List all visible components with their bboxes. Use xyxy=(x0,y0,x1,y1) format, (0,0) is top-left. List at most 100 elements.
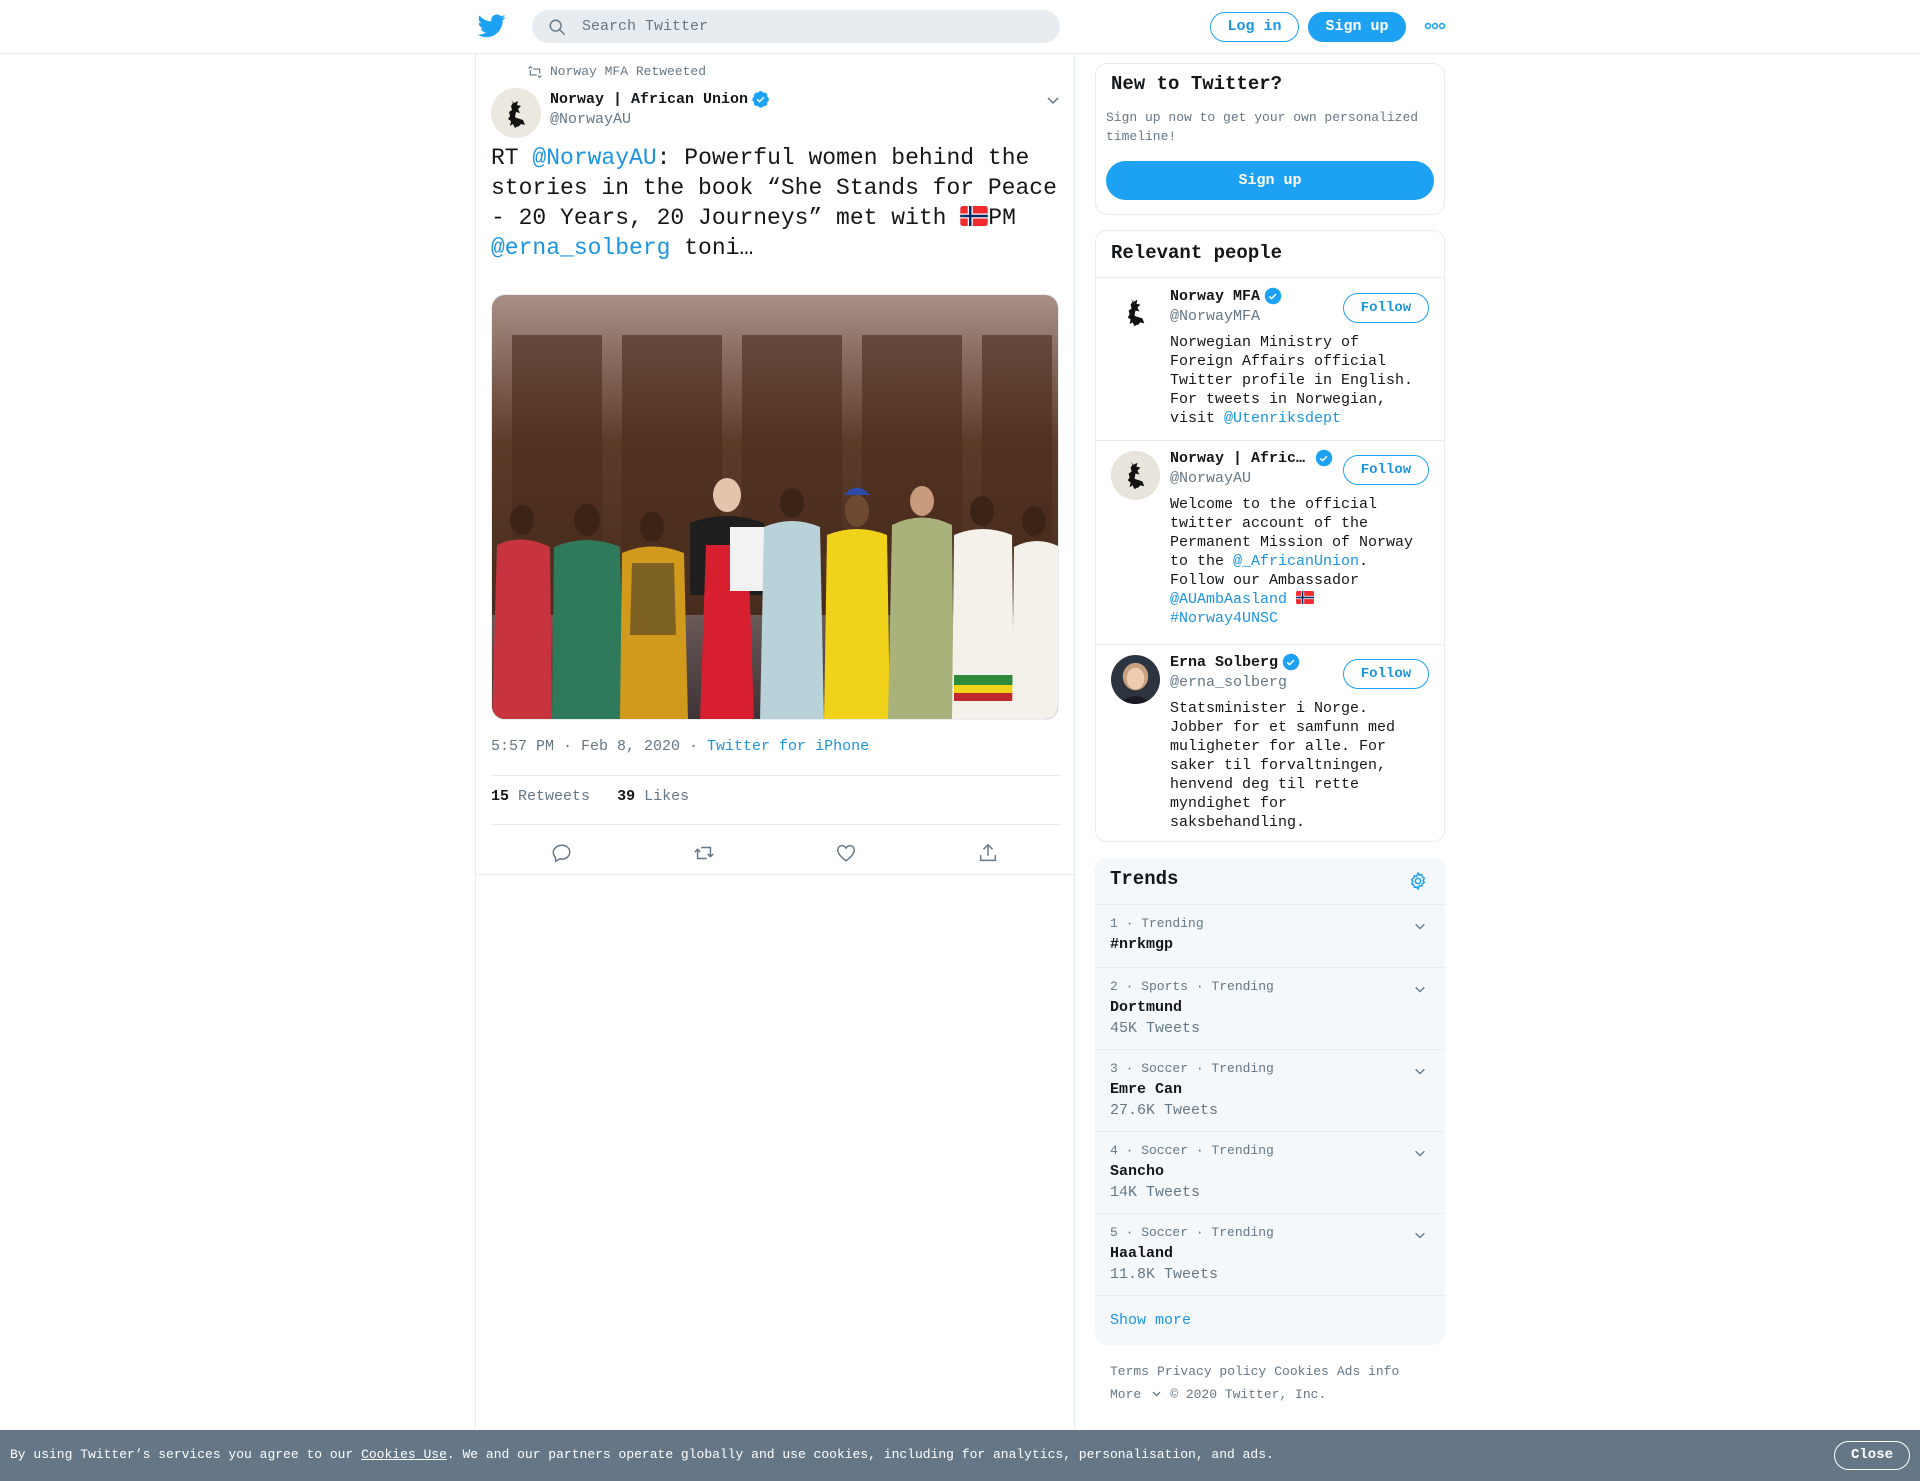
bio-mention-link[interactable]: @Utenriksdept xyxy=(1224,410,1341,427)
sidebar-footer: Terms Privacy policy Cookies Ads info More ©… xyxy=(1110,1360,1440,1406)
cookie-text-before: By using Twitter’s services you agree to… xyxy=(10,1447,362,1462)
trend-name: #nrkmgp xyxy=(1110,936,1174,953)
bio-mention-link[interactable]: @AUAmbAasland xyxy=(1170,591,1287,608)
person-handle[interactable]: @erna_solberg xyxy=(1170,674,1287,691)
trend-item[interactable]: 5 · Soccer · Trending Haaland 11.8K Twee… xyxy=(1095,1213,1445,1295)
person-bio: Statsminister i Norge. Jobber for et sam… xyxy=(1170,700,1396,831)
trends-title: Trends xyxy=(1110,868,1179,890)
person-norway-au[interactable]: Norway | Afric… @NorwayAU Follow Welcome… xyxy=(1096,441,1444,645)
tweet-photo[interactable] xyxy=(491,294,1059,720)
chevron-down-icon[interactable] xyxy=(1413,982,1427,996)
retweets-label: Retweets xyxy=(518,788,591,805)
trend-item[interactable]: 4 · Soccer · Trending Sancho 14K Tweets xyxy=(1095,1131,1445,1213)
more-dots-icon[interactable] xyxy=(1424,18,1446,34)
search-box[interactable] xyxy=(532,10,1060,43)
chevron-down-icon[interactable] xyxy=(1413,1146,1427,1160)
gear-icon[interactable] xyxy=(1408,871,1428,891)
retweet-small-icon xyxy=(528,65,542,78)
author-name[interactable]: Norway | African Union xyxy=(550,90,770,108)
share-icon[interactable] xyxy=(977,842,999,864)
verified-badge-icon xyxy=(1315,449,1333,467)
tweet-timestamp[interactable]: 5:57 PM · Feb 8, 2020 xyxy=(491,738,680,755)
follow-button[interactable]: Follow xyxy=(1343,659,1429,689)
reply-icon[interactable] xyxy=(551,842,573,864)
footer-terms-link[interactable]: Terms xyxy=(1110,1364,1149,1379)
person-name-text: Norway MFA xyxy=(1170,287,1261,305)
login-button[interactable]: Log in xyxy=(1210,12,1299,42)
person-norway-mfa[interactable]: Norway MFA @NorwayMFA Follow Norwegian M… xyxy=(1096,278,1444,441)
chevron-down-icon[interactable] xyxy=(1045,92,1061,108)
tweet-meta: 5:57 PM · Feb 8, 2020 · Twitter for iPho… xyxy=(491,738,869,755)
trend-item[interactable]: 2 · Sports · Trending Dortmund 45K Tweet… xyxy=(1095,967,1445,1049)
likes-stat[interactable]: 39 Likes xyxy=(617,788,689,805)
meta-separator: · xyxy=(680,738,708,755)
new-to-twitter-card: New to Twitter? Sign up now to get your … xyxy=(1095,63,1445,215)
footer-ads-link[interactable]: Ads info xyxy=(1337,1364,1399,1379)
trend-meta: 1 · Trending xyxy=(1110,916,1204,931)
trend-meta: 2 · Sports · Trending xyxy=(1110,979,1274,994)
signup-button[interactable]: Sign up xyxy=(1308,12,1406,42)
trend-count: 45K Tweets xyxy=(1110,1020,1201,1037)
trends-card: Trends 1 · Trending #nrkmgp 2 · Sports ·… xyxy=(1095,858,1445,1345)
tweet-text: RT @NorwayAU: Powerful women behind the … xyxy=(491,143,1061,263)
bio-hashtag-link[interactable]: #Norway4UNSC xyxy=(1170,610,1278,627)
twitter-bird-logo-icon[interactable] xyxy=(478,14,506,38)
trend-name: Emre Can xyxy=(1110,1081,1183,1098)
norway-lion-emblem-icon xyxy=(491,88,541,138)
chevron-down-icon[interactable] xyxy=(1413,1064,1427,1078)
search-icon xyxy=(549,19,565,35)
cookie-banner-text: By using Twitter’s services you agree to… xyxy=(10,1447,1274,1462)
search-input[interactable] xyxy=(582,10,1042,43)
cookies-use-link[interactable]: Cookies Use xyxy=(361,1447,447,1462)
trend-meta: 3 · Soccer · Trending xyxy=(1110,1061,1274,1076)
person-handle[interactable]: @NorwayAU xyxy=(1170,470,1251,487)
group-photo-image xyxy=(492,295,1058,719)
footer-privacy-link[interactable]: Privacy policy xyxy=(1157,1364,1266,1379)
cookie-close-button[interactable]: Close xyxy=(1834,1441,1910,1470)
person-avatar[interactable] xyxy=(1111,451,1160,500)
author-handle[interactable]: @NorwayAU xyxy=(550,111,631,128)
footer-more-label: More xyxy=(1110,1387,1142,1402)
trend-meta: 5 · Soccer · Trending xyxy=(1110,1225,1274,1240)
tweet-text-after-flag: PM xyxy=(988,205,1016,231)
show-more-link[interactable]: Show more xyxy=(1095,1295,1445,1345)
retweet-context-label: Norway MFA Retweeted xyxy=(550,64,707,79)
relevant-people-title: Relevant people xyxy=(1111,242,1283,264)
retweets-stat[interactable]: 15 Retweets xyxy=(491,788,590,805)
mention-link[interactable]: @NorwayAU xyxy=(532,145,656,171)
person-erna-solberg[interactable]: Erna Solberg @erna_solberg Follow Statsm… xyxy=(1096,645,1444,841)
person-name-text: Norway | Afric… xyxy=(1170,449,1306,467)
tweet-text-suffix: toni… xyxy=(670,235,754,261)
footer-cookies-link[interactable]: Cookies xyxy=(1274,1364,1329,1379)
mention-link[interactable]: @erna_solberg xyxy=(491,235,670,261)
trend-item[interactable]: 1 · Trending #nrkmgp xyxy=(1095,904,1445,967)
person-name[interactable]: Norway MFA xyxy=(1170,287,1282,305)
tweet-source-link[interactable]: Twitter for iPhone xyxy=(707,738,869,755)
tweet-actions xyxy=(491,834,1061,874)
divider xyxy=(491,824,1061,825)
follow-button[interactable]: Follow xyxy=(1343,455,1429,485)
author-avatar[interactable] xyxy=(491,88,541,138)
person-avatar[interactable] xyxy=(1111,655,1160,704)
chevron-down-icon[interactable] xyxy=(1413,919,1427,933)
retweets-count: 15 xyxy=(491,788,510,805)
person-handle[interactable]: @NorwayMFA xyxy=(1170,308,1260,325)
like-heart-icon[interactable] xyxy=(835,842,857,864)
person-avatar[interactable] xyxy=(1111,289,1160,338)
trend-item[interactable]: 3 · Soccer · Trending Emre Can 27.6K Twe… xyxy=(1095,1049,1445,1131)
footer-more-menu[interactable]: More xyxy=(1110,1387,1162,1402)
chevron-down-icon[interactable] xyxy=(1413,1228,1427,1242)
sidebar-signup-button[interactable]: Sign up xyxy=(1106,161,1434,200)
norway-flag-icon xyxy=(960,206,989,226)
trend-count: 11.8K Tweets xyxy=(1110,1266,1219,1283)
retweet-icon[interactable] xyxy=(693,842,715,864)
follow-button[interactable]: Follow xyxy=(1343,293,1429,323)
person-name[interactable]: Erna Solberg xyxy=(1170,653,1300,671)
person-name[interactable]: Norway | Afric… xyxy=(1170,449,1333,467)
bio-mention-link[interactable]: @_AfricanUnion xyxy=(1233,553,1359,570)
trend-name: Dortmund xyxy=(1110,999,1183,1016)
cookie-banner: By using Twitter’s services you agree to… xyxy=(0,1430,1920,1481)
new-to-twitter-subtitle: Sign up now to get your own personalized… xyxy=(1106,110,1419,144)
trend-count: 14K Tweets xyxy=(1110,1184,1201,1201)
norway-lion-emblem-icon xyxy=(1111,451,1160,500)
